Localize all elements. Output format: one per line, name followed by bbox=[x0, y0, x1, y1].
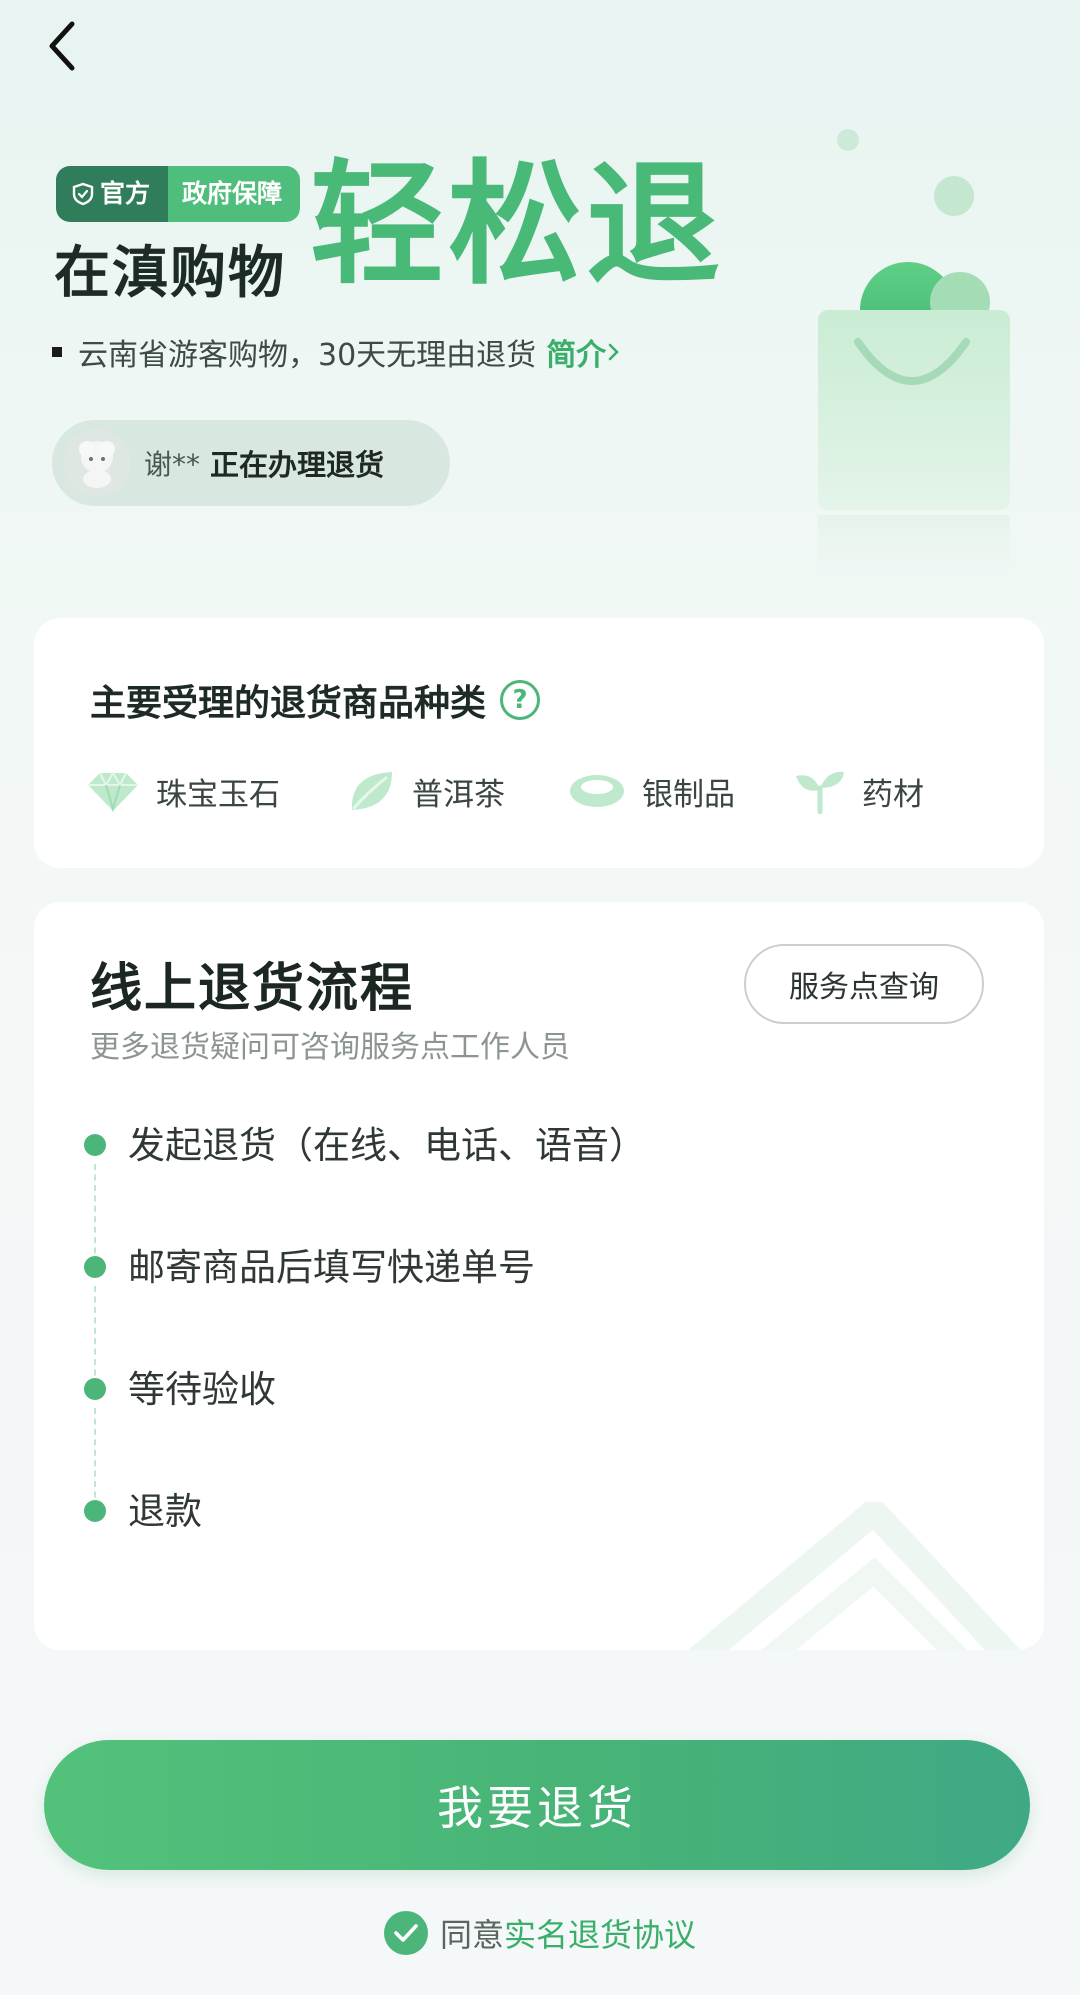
category-label: 银制品 bbox=[642, 776, 735, 813]
page-subtitle: 在滇购物 bbox=[54, 241, 286, 306]
return-process-card: 线上退货流程 更多退货疑问可咨询服务点工作人员 服务点查询 发起退货（在线、电话… bbox=[34, 902, 1044, 1650]
chevron-left-icon bbox=[49, 21, 75, 71]
category-list: 珠宝玉石 普洱茶 银制品 药材 bbox=[86, 768, 954, 814]
agreement-link[interactable]: 实名退货协议 bbox=[504, 1910, 696, 1956]
ticker-user-name: 谢** bbox=[144, 448, 201, 481]
category-silverware: 银制品 bbox=[568, 768, 794, 814]
page-title: 轻松退 bbox=[310, 147, 725, 303]
process-steps: 发起退货（在线、电话、语音） 邮寄商品后填写快递单号 等待验收 退款 bbox=[84, 1124, 646, 1612]
category-puer-tea: 普洱茶 bbox=[346, 768, 568, 814]
help-icon[interactable]: ? bbox=[500, 680, 541, 720]
intro-line: 云南省游客购物，30天无理由退货 简介 bbox=[52, 330, 622, 374]
chevron-right-icon bbox=[608, 343, 620, 361]
categories-title-row: 主要受理的退货商品种类 ? bbox=[90, 674, 541, 726]
intro-link-label: 简介 bbox=[546, 338, 607, 373]
categories-title: 主要受理的退货商品种类 bbox=[90, 683, 487, 724]
herb-sprout-icon bbox=[796, 771, 844, 814]
step-text: 等待验收 bbox=[128, 1368, 276, 1411]
process-subtitle: 更多退货疑问可咨询服务点工作人员 bbox=[90, 1030, 570, 1065]
agreement-row: 同意 实名退货协议 bbox=[0, 1910, 1080, 1956]
avatar bbox=[64, 430, 130, 496]
badge-official-label: 官方 bbox=[100, 179, 151, 208]
category-label: 药材 bbox=[862, 776, 924, 813]
category-label: 珠宝玉石 bbox=[156, 776, 280, 813]
mascot-avatar-icon bbox=[79, 441, 115, 488]
process-title: 线上退货流程 bbox=[90, 959, 415, 1019]
activity-ticker: 谢** 正在办理退货 bbox=[52, 420, 450, 506]
shield-icon bbox=[72, 182, 94, 206]
tea-leaf-icon bbox=[351, 772, 392, 810]
house-watermark-icon bbox=[688, 1502, 1021, 1650]
badge-gov-guarantee: 政府保障 bbox=[168, 166, 301, 222]
intro-text: 云南省游客购物，30天无理由退货 bbox=[78, 338, 537, 373]
process-step: 等待验收 bbox=[84, 1368, 646, 1508]
intro-link[interactable]: 简介 bbox=[546, 330, 622, 374]
category-jewelry: 珠宝玉石 bbox=[86, 768, 346, 814]
categories-card: 主要受理的退货商品种类 ? 珠宝玉石 普洱茶 银制品 药材 bbox=[34, 618, 1044, 868]
agree-checkbox[interactable] bbox=[383, 1911, 428, 1955]
service-point-query-button[interactable]: 服务点查询 bbox=[744, 944, 984, 1024]
agree-prefix: 同意 bbox=[439, 1916, 504, 1954]
step-dot bbox=[84, 1378, 106, 1400]
checkmark-icon bbox=[394, 1924, 418, 1942]
official-badge: 官方 政府保障 bbox=[56, 166, 301, 222]
request-return-button[interactable]: 我要退货 bbox=[44, 1740, 1030, 1870]
silver-bracelet-icon bbox=[570, 775, 624, 807]
step-text: 退款 bbox=[128, 1490, 202, 1533]
step-text: 邮寄商品后填写快递单号 bbox=[128, 1246, 535, 1289]
process-step: 邮寄商品后填写快递单号 bbox=[84, 1246, 646, 1386]
category-herbs: 药材 bbox=[794, 768, 954, 814]
step-dot bbox=[84, 1134, 106, 1156]
step-dot bbox=[84, 1500, 106, 1522]
shopping-bag-illustration bbox=[818, 129, 1010, 590]
gem-icon bbox=[88, 771, 138, 813]
category-label: 普洱茶 bbox=[412, 776, 505, 813]
ticker-status: 正在办理退货 bbox=[210, 448, 385, 482]
step-dot bbox=[84, 1256, 106, 1278]
step-text: 发起退货（在线、电话、语音） bbox=[128, 1124, 646, 1167]
process-step: 退款 bbox=[84, 1490, 646, 1612]
bullet-square bbox=[52, 347, 62, 357]
process-step: 发起退货（在线、电话、语音） bbox=[84, 1124, 646, 1264]
back-button[interactable] bbox=[40, 18, 88, 74]
badge-official: 官方 bbox=[56, 166, 169, 222]
